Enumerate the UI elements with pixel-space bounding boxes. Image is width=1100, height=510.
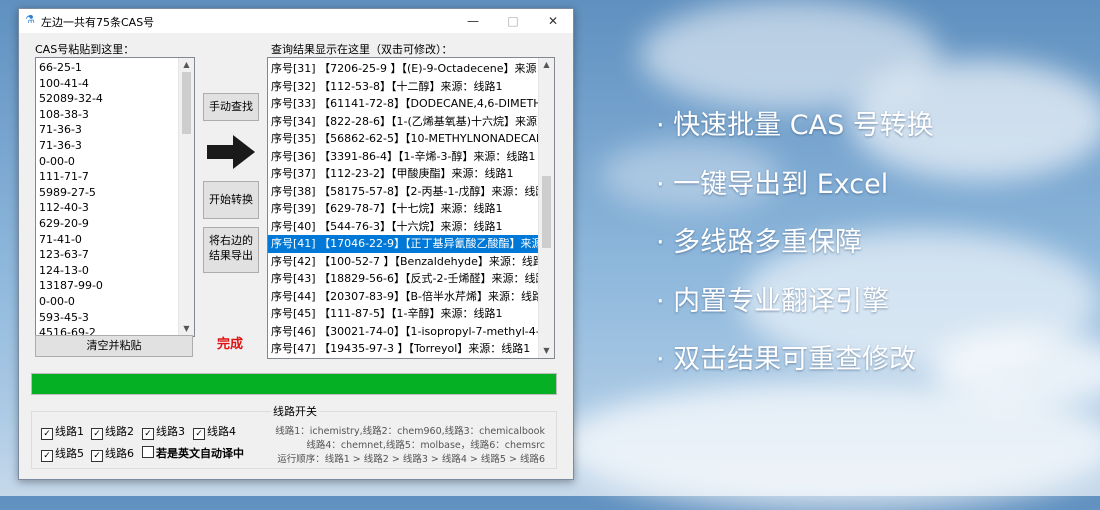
checkbox-route1[interactable]: ✓ 线路1 — [41, 423, 84, 440]
right-arrow-icon — [207, 135, 255, 169]
checkbox-route3[interactable]: ✓ 线路3 — [142, 423, 185, 440]
list-item[interactable]: 100-41-4 — [36, 76, 178, 92]
checkbox-route6[interactable]: ✓ 线路6 — [91, 445, 134, 462]
check-icon: ✓ — [193, 428, 205, 440]
list-item[interactable]: 序号[33] 【61141-72-8】【DODECANE,4,6-DIMETHY… — [268, 95, 538, 113]
list-item[interactable]: 71-36-3 — [36, 138, 178, 154]
list-item[interactable]: 序号[36] 【3391-86-4】【1-辛烯-3-醇】来源：线路1 — [268, 148, 538, 166]
check-icon: ✓ — [91, 450, 103, 462]
list-item[interactable]: 序号[41] 【17046-22-9】【正丁基异氰酸乙酸酯】来源：线 — [268, 235, 538, 253]
list-item[interactable]: 序号[38] 【58175-57-8】【2-丙基-1-戊醇】来源：线路1 — [268, 183, 538, 201]
right-scrollbar[interactable]: ▲ ▼ — [538, 58, 554, 358]
maximize-button[interactable]: □ — [493, 9, 533, 33]
flask-icon: ⚗ — [25, 13, 35, 26]
feature-item: · 快速批量 CAS 号转换 — [656, 110, 934, 141]
list-item[interactable]: 0-00-0 — [36, 154, 178, 170]
list-item[interactable]: 序号[43] 【18829-56-6】【反式-2-壬烯醛】来源：线路1 — [268, 270, 538, 288]
export-results-button[interactable]: 将右边的 结果导出 — [203, 227, 259, 273]
list-item[interactable]: 111-71-7 — [36, 169, 178, 185]
results-list[interactable]: 序号[31] 【7206-25-9 】【(E)-9-Octadecene】来源：… — [267, 57, 555, 359]
check-icon: ✓ — [41, 450, 53, 462]
manual-search-button[interactable]: 手动查找 — [203, 93, 259, 121]
route-info-line2: 线路4：chemnet,线路5：molbase，线路6：chemsrc — [306, 440, 545, 451]
left-scrollbar[interactable]: ▲ ▼ — [178, 58, 194, 336]
progress-bar — [31, 373, 557, 395]
list-item[interactable]: 序号[46] 【30021-74-0】【1-isopropyl-7-methyl… — [268, 323, 538, 341]
list-item[interactable]: 71-41-0 — [36, 232, 178, 248]
list-item[interactable]: 629-20-9 — [36, 216, 178, 232]
list-item[interactable]: 序号[40] 【544-76-3】【十六烷】来源：线路1 — [268, 218, 538, 236]
route-switch-title: 线路开关 — [271, 403, 319, 419]
scroll-up-icon[interactable]: ▲ — [539, 58, 554, 72]
feature-item: · 内置专业翻译引擎 — [656, 285, 890, 317]
start-convert-button[interactable]: 开始转换 — [203, 181, 259, 219]
route-info-line1: 线路1：ichemistry,线路2：chem960,线路3：chemicalb… — [275, 426, 545, 437]
check-icon: ✓ — [91, 428, 103, 440]
list-item[interactable]: 序号[39] 【629-78-7】【十七烷】来源：线路1 — [268, 200, 538, 218]
list-item[interactable]: 71-36-3 — [36, 122, 178, 138]
route-info-line3: 运行顺序：线路1 > 线路2 > 线路3 > 线路4 > 线路5 > 线路6 — [277, 454, 545, 465]
list-item[interactable]: 序号[35] 【56862-62-5】【10-METHYLNONADECANE — [268, 130, 538, 148]
check-icon: ✓ — [41, 428, 53, 440]
feature-item: · 一键导出到 Excel — [656, 168, 889, 200]
title-bar[interactable]: ⚗ 左边一共有75条CAS号 — □ ✕ — [19, 9, 573, 33]
scroll-thumb[interactable] — [542, 176, 551, 248]
list-item[interactable]: 序号[44] 【20307-83-9】【B-倍半水芹烯】来源：线路3 — [268, 288, 538, 306]
checkbox-route2[interactable]: ✓ 线路2 — [91, 423, 134, 440]
export-button-line2: 结果导出 — [209, 249, 253, 262]
status-text: 完成 — [217, 337, 244, 352]
list-item[interactable]: 序号[47] 【19435-97-3 】【Torreyol】来源：线路1 — [268, 340, 538, 358]
feature-list: · 快速批量 CAS 号转换 · 一键导出到 Excel · 多线路多重保障 ·… — [656, 104, 934, 397]
scroll-up-icon[interactable]: ▲ — [179, 58, 194, 72]
minimize-button[interactable]: — — [453, 9, 493, 33]
list-item[interactable]: 13187-99-0 — [36, 278, 178, 294]
list-item[interactable]: 序号[32] 【112-53-8】【十二醇】来源：线路1 — [268, 78, 538, 96]
checkbox-route5[interactable]: ✓ 线路5 — [41, 445, 84, 462]
close-button[interactable]: ✕ — [533, 9, 573, 33]
unchecked-box-icon — [142, 446, 154, 458]
list-item[interactable]: 序号[48] 【22104-78-5】【2-Octen-1-ol】来源：线路1 — [268, 358, 538, 359]
results-label: 查询结果显示在这里（双击可修改）： — [271, 43, 453, 56]
export-button-line1: 将右边的 — [209, 234, 253, 247]
cas-input-list[interactable]: 66-25-1 100-41-4 52089-32-4 108-38-3 71-36-3… — [35, 57, 195, 337]
scroll-down-icon[interactable]: ▼ — [179, 322, 194, 336]
scroll-down-icon[interactable]: ▼ — [539, 344, 554, 358]
feature-item: · 双击结果可重查修改 — [656, 344, 917, 375]
progress-fill — [32, 374, 556, 394]
list-item[interactable]: 序号[37] 【112-23-2】【甲酸庚酯】来源：线路1 — [268, 165, 538, 183]
app-window: ⚗ 左边一共有75条CAS号 — □ ✕ CAS号粘贴到这里： 查询结果显示在这… — [18, 8, 574, 480]
list-item[interactable]: 123-63-7 — [36, 247, 178, 263]
list-item[interactable]: 序号[31] 【7206-25-9 】【(E)-9-Octadecene】来源：… — [268, 60, 538, 78]
checkbox-auto-translate[interactable]: 若是英文自动译中 — [142, 445, 244, 461]
list-item[interactable]: 112-40-3 — [36, 200, 178, 216]
list-item[interactable]: 593-45-3 — [36, 310, 178, 326]
list-item[interactable]: 序号[45] 【111-87-5】【1-辛醇】来源：线路1 — [268, 305, 538, 323]
list-item[interactable]: 124-13-0 — [36, 263, 178, 279]
cas-input-label: CAS号粘贴到这里： — [35, 43, 135, 56]
checkbox-route4[interactable]: ✓ 线路4 — [193, 423, 236, 440]
scroll-thumb[interactable] — [182, 72, 191, 134]
clear-paste-button[interactable]: 清空并粘贴 — [35, 335, 193, 357]
list-item[interactable]: 0-00-0 — [36, 294, 178, 310]
list-item[interactable]: 5989-27-5 — [36, 185, 178, 201]
list-item[interactable]: 52089-32-4 — [36, 91, 178, 107]
list-item[interactable]: 序号[42] 【100-52-7 】【Benzaldehyde】来源：线路1 — [268, 253, 538, 271]
window-title: 左边一共有75条CAS号 — [41, 16, 155, 29]
check-icon: ✓ — [142, 428, 154, 440]
feature-item: · 多线路多重保障 — [656, 227, 863, 258]
list-item[interactable]: 66-25-1 — [36, 60, 178, 76]
list-item[interactable]: 序号[34] 【822-28-6】【1-(乙烯基氧基)十六烷】来源：线 — [268, 113, 538, 131]
list-item[interactable]: 108-38-3 — [36, 107, 178, 123]
